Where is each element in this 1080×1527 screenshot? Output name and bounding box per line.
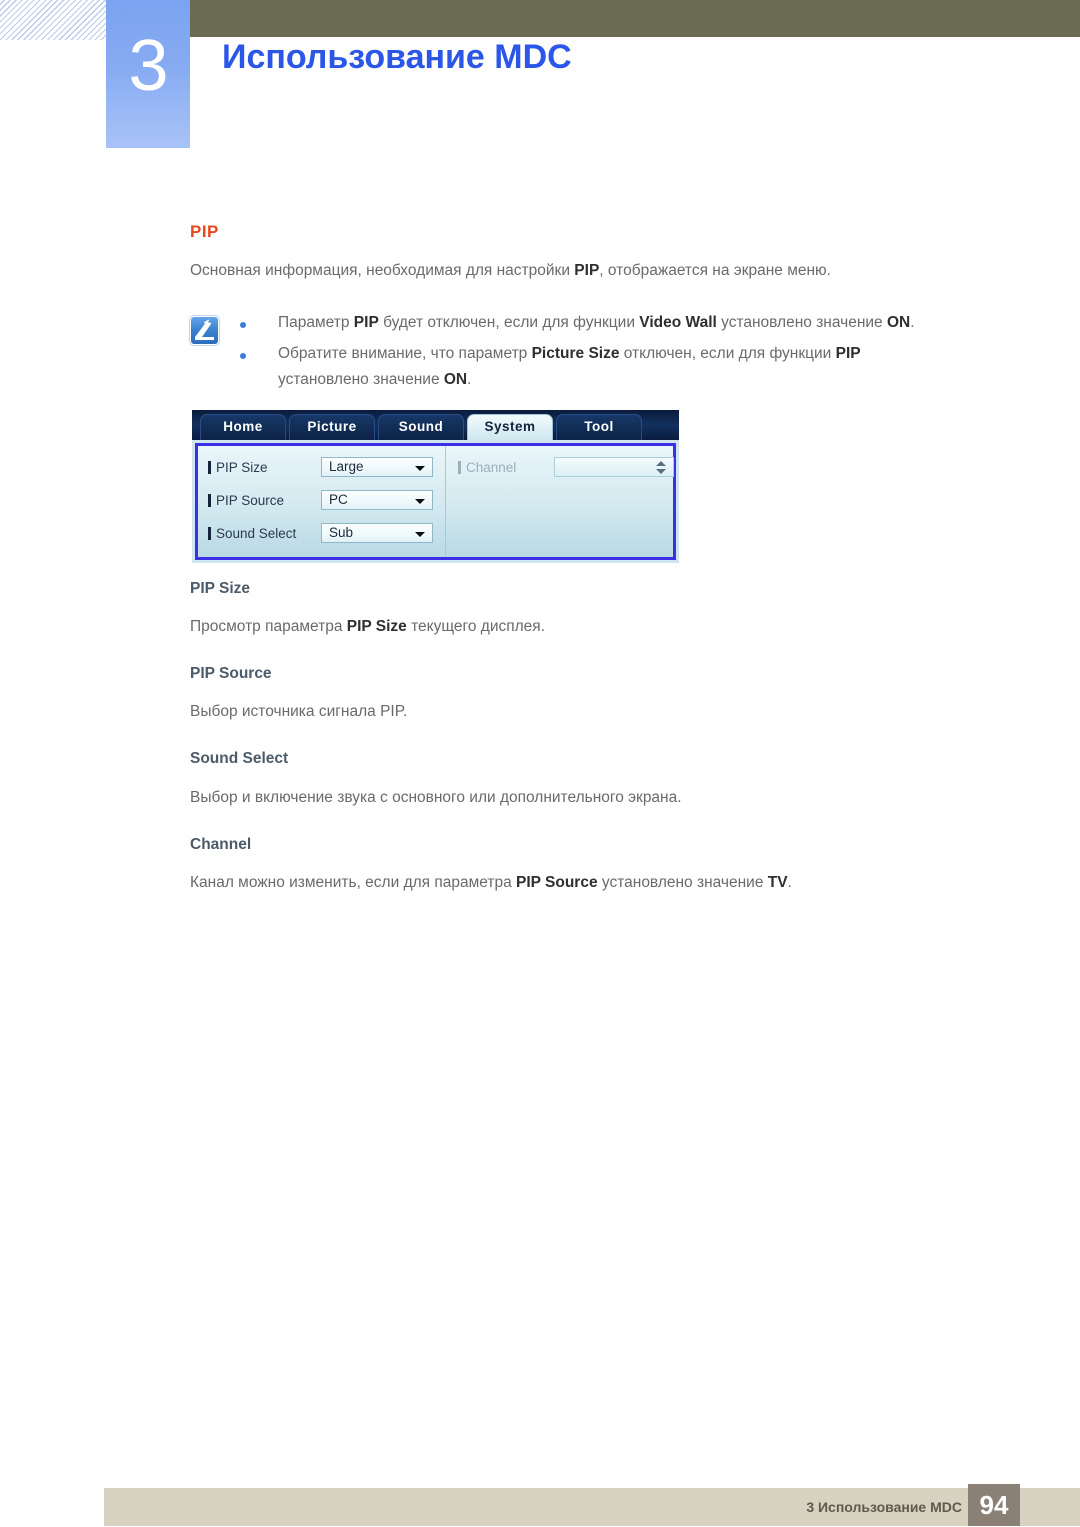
paragraph-channel: Канал можно изменить, если для параметра… [190, 874, 792, 891]
field-label-pip-size: PIP Size [216, 459, 268, 475]
chevron-up-icon[interactable] [656, 461, 666, 466]
paragraph-sound-select: Выбор и включение звука с основного или … [190, 789, 682, 806]
mdc-right-column: Channel [445, 446, 674, 557]
footer-page-number: 94 [968, 1484, 1020, 1526]
tab-system[interactable]: System [467, 414, 553, 440]
paragraph-pip-size: Просмотр параметра PIP Size текущего дис… [190, 618, 546, 635]
header-olive-bar [190, 0, 1080, 37]
mdc-system-panel: PIP Size Large PIP Source PC Sound Selec… [195, 443, 676, 560]
label-marker [208, 526, 211, 540]
label-marker [208, 493, 211, 507]
field-pip-source: PIP Source PC [208, 489, 433, 511]
bullet-marker [240, 322, 246, 328]
field-label-pip-source: PIP Source [216, 492, 285, 508]
mdc-panel-outer: PIP Size Large PIP Source PC Sound Selec… [192, 440, 679, 563]
heading-sound-select: Sound Select [190, 750, 289, 767]
mdc-application-screenshot: Home Picture Sound System Tool PIP Size … [192, 410, 679, 563]
field-channel: Channel [458, 456, 674, 478]
heading-channel: Channel [190, 836, 252, 853]
note-item-2-line1: Обратите внимание, что параметр Picture … [278, 345, 861, 362]
note-item-2-text: Обратите внимание, что параметр Picture … [278, 345, 861, 389]
chapter-number-badge: 3 [106, 0, 190, 148]
dropdown-sound-select-value: Sub [329, 525, 354, 540]
label-marker [208, 460, 211, 474]
field-pip-size: PIP Size Large [208, 456, 433, 478]
mdc-left-column: PIP Size Large PIP Source PC Sound Selec… [198, 446, 445, 557]
page-title: Использование MDC [222, 38, 572, 76]
field-label-channel: Channel [466, 459, 517, 475]
heading-pip-source: PIP Source [190, 665, 272, 682]
dropdown-sound-select[interactable]: Sub [321, 523, 433, 543]
section-title-pip: PIP [190, 222, 219, 241]
dropdown-pip-source-value: PC [329, 492, 348, 507]
note-item-2-line2: установлено значение ON. [278, 371, 472, 388]
chevron-down-icon[interactable] [656, 469, 666, 474]
footer-chapter-label: 3 Использование MDC [806, 1499, 962, 1515]
tab-home[interactable]: Home [200, 414, 286, 440]
bullet-marker [240, 353, 246, 359]
chevron-down-icon[interactable] [415, 466, 425, 471]
heading-pip-size: PIP Size [190, 580, 251, 597]
tab-sound[interactable]: Sound [378, 414, 464, 440]
dropdown-pip-size[interactable]: Large [321, 457, 433, 477]
spinner-channel[interactable] [554, 457, 674, 477]
label-marker [458, 460, 461, 474]
dropdown-pip-source[interactable]: PC [321, 490, 433, 510]
chevron-down-icon[interactable] [415, 499, 425, 504]
note-pen-icon [190, 316, 219, 345]
field-label-sound-select: Sound Select [216, 525, 297, 541]
decorative-hatch-pattern [0, 0, 106, 40]
tab-picture[interactable]: Picture [289, 414, 375, 440]
note-item-1-text: Параметр PIP будет отключен, если для фу… [278, 314, 915, 331]
tab-tool[interactable]: Tool [556, 414, 642, 440]
chevron-down-icon[interactable] [415, 532, 425, 537]
section-intro-paragraph: Основная информация, необходимая для нас… [190, 262, 831, 279]
dropdown-pip-size-value: Large [329, 459, 364, 474]
mdc-tab-bar: Home Picture Sound System Tool [192, 410, 679, 440]
field-sound-select: Sound Select Sub [208, 522, 433, 544]
paragraph-pip-source: Выбор источника сигнала PIP. [190, 703, 408, 720]
